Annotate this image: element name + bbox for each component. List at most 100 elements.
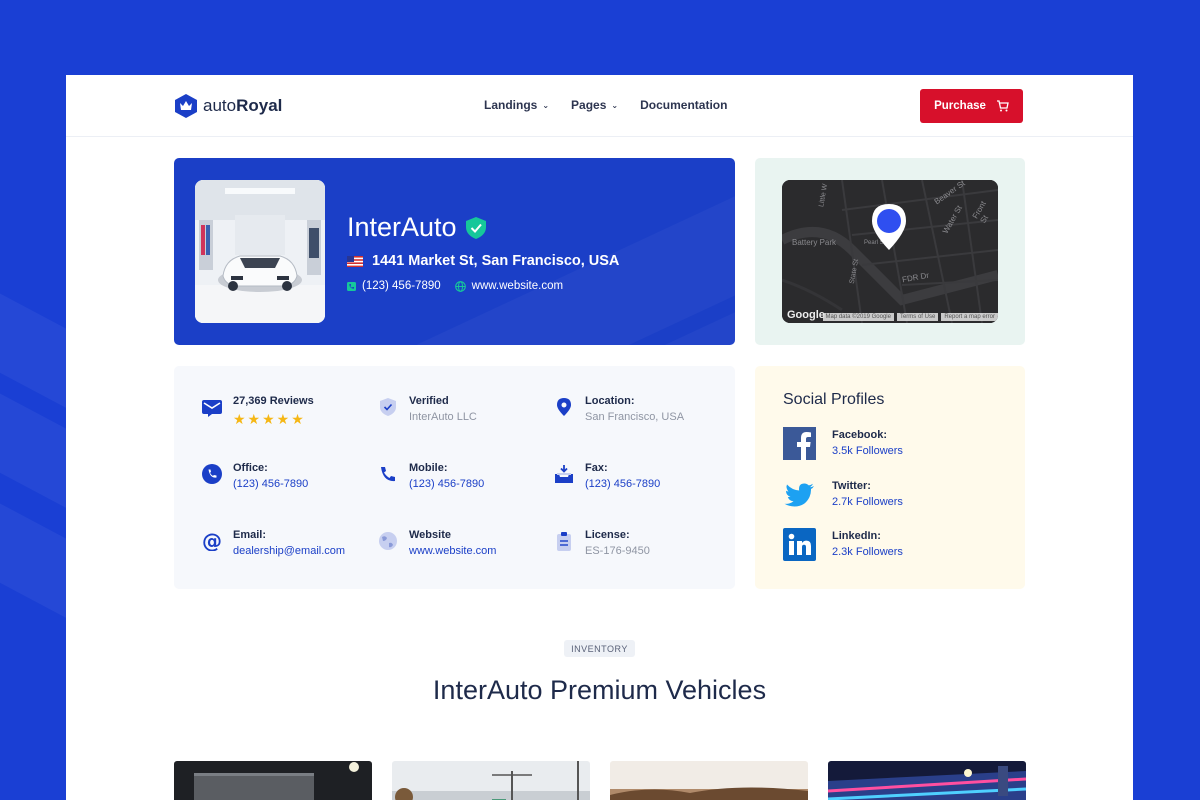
facebook-name: Facebook: — [832, 429, 888, 441]
inventory-badge: INVENTORY — [564, 640, 635, 657]
dealer-address: 1441 Market St, San Francisco, USA — [347, 253, 619, 269]
nav-landings[interactable]: Landings ⌄ — [484, 98, 549, 112]
at-sign-icon: @ — [202, 531, 222, 551]
vehicle-photo-1 — [174, 761, 372, 800]
nav-links: Landings ⌄ Pages ⌄ Documentation — [484, 98, 727, 112]
vehicle-card-image[interactable] — [610, 761, 808, 800]
vehicle-photo-2 — [392, 761, 590, 800]
map-footer: Map data ©2019 Google Terms of Use Repor… — [782, 311, 998, 323]
rating-stars-icon: ★★★★★ — [233, 411, 306, 427]
vehicle-card-image[interactable] — [174, 761, 372, 800]
fax-tray-icon — [555, 465, 573, 483]
clipboard-icon — [557, 532, 571, 551]
map-data-credit: Map data ©2019 Google — [822, 313, 894, 321]
verified-shield-icon — [465, 216, 486, 239]
twitter-icon — [784, 483, 814, 507]
dealer-name: InterAuto — [347, 212, 486, 243]
office-item[interactable]: Office: (123) 456-7890 — [202, 462, 308, 490]
page: autoRoyal Landings ⌄ Pages ⌄ Documentati… — [66, 75, 1133, 800]
vehicle-photo-3 — [610, 761, 808, 800]
website-item[interactable]: Website www.website.com — [378, 529, 496, 557]
logo[interactable]: autoRoyal — [175, 94, 282, 118]
nav-documentation-label: Documentation — [640, 98, 728, 112]
map-terms-link[interactable]: Terms of Use — [896, 313, 939, 321]
mobile-label: Mobile: — [409, 462, 448, 474]
verified-badge-icon — [380, 398, 396, 416]
dealer-address-text: 1441 Market St, San Francisco, USA — [372, 253, 620, 269]
nav-landings-label: Landings — [484, 98, 538, 112]
globe-icon — [454, 280, 466, 292]
email-value[interactable]: dealership@email.com — [233, 545, 345, 557]
chevron-down-icon: ⌄ — [611, 100, 619, 110]
twitter-followers[interactable]: 2.7k Followers — [832, 496, 903, 508]
dealer-website-text: www.website.com — [471, 280, 564, 292]
fax-label: Fax: — [585, 462, 608, 474]
dealer-hero-card: InterAuto 1441 Market St, San Francisco,… — [174, 158, 735, 345]
dealer-photo — [195, 180, 325, 323]
us-flag-icon — [347, 255, 363, 267]
linkedin-name: LinkedIn: — [832, 530, 881, 542]
social-twitter[interactable]: Twitter: 2.7k Followers — [783, 478, 903, 511]
mobile-value[interactable]: (123) 456-7890 — [409, 478, 484, 490]
mobile-item[interactable]: Mobile: (123) 456-7890 — [378, 462, 484, 490]
facebook-followers[interactable]: 3.5k Followers — [832, 445, 903, 457]
hero-wave — [379, 158, 735, 345]
license-label: License: — [585, 529, 630, 541]
twitter-name: Twitter: — [832, 480, 871, 492]
mobile-phone-icon — [381, 467, 395, 482]
website-value[interactable]: www.website.com — [409, 545, 496, 557]
map-view[interactable]: Battery Park FDR Dr Water St Front St Be… — [782, 180, 998, 323]
nav-pages-label: Pages — [571, 98, 607, 112]
reviews-item[interactable]: 27,369 Reviews ★★★★★ — [202, 395, 314, 428]
map-streets — [782, 180, 998, 323]
showroom-car-image — [195, 180, 325, 323]
logo-text-light: auto — [203, 96, 237, 115]
location-value: San Francisco, USA — [585, 411, 685, 423]
nav-documentation[interactable]: Documentation — [640, 98, 727, 112]
license-value: ES-176-9450 — [585, 545, 650, 557]
linkedin-icon — [783, 528, 816, 561]
social-title: Social Profiles — [783, 391, 885, 408]
vehicle-card-image[interactable] — [392, 761, 590, 800]
social-facebook[interactable]: Facebook: 3.5k Followers — [783, 427, 903, 460]
email-item[interactable]: @ Email: dealership@email.com — [202, 529, 345, 557]
fax-value[interactable]: (123) 456-7890 — [585, 478, 660, 490]
location-item: Location: San Francisco, USA — [554, 395, 684, 423]
purchase-button[interactable]: Purchase — [920, 89, 1023, 123]
social-profiles-card: Social Profiles Facebook: 3.5k Followers… — [755, 366, 1025, 589]
verified-item: Verified InterAuto LLC — [378, 395, 477, 423]
verified-label: Verified — [409, 395, 449, 407]
purchase-button-label: Purchase — [934, 100, 986, 112]
nav-pages[interactable]: Pages ⌄ — [571, 98, 618, 112]
social-linkedin[interactable]: LinkedIn: 2.3k Followers — [783, 528, 903, 561]
cart-icon — [996, 100, 1009, 112]
office-value[interactable]: (123) 456-7890 — [233, 478, 308, 490]
phone-circle-icon — [202, 464, 222, 484]
dealer-website[interactable]: www.website.com — [454, 280, 564, 292]
facebook-icon — [783, 427, 816, 460]
dealer-phone-text: (123) 456-7890 — [362, 280, 441, 292]
map-marker-icon — [557, 398, 571, 416]
verified-value: InterAuto LLC — [409, 411, 477, 423]
map-report-link[interactable]: Report a map error — [941, 313, 998, 321]
dealer-phone[interactable]: (123) 456-7890 — [347, 280, 441, 292]
dealer-info-card: 27,369 Reviews ★★★★★ Verified InterAuto … — [174, 366, 735, 589]
linkedin-followers[interactable]: 2.3k Followers — [832, 546, 903, 558]
review-mail-icon — [202, 400, 222, 417]
email-label: Email: — [233, 529, 267, 541]
map-card: Battery Park FDR Dr Water St Front St Be… — [755, 158, 1025, 345]
office-label: Office: — [233, 462, 268, 474]
location-pin-icon[interactable] — [872, 204, 906, 250]
phone-icon — [347, 281, 356, 291]
dealer-contacts: (123) 456-7890 www.website.com — [347, 280, 563, 292]
vehicle-photo-4 — [828, 761, 1026, 800]
navbar: autoRoyal Landings ⌄ Pages ⌄ Documentati… — [66, 75, 1133, 137]
location-label: Location: — [585, 395, 635, 407]
vehicle-card-image[interactable] — [828, 761, 1026, 800]
inventory-title: InterAuto Premium Vehicles — [432, 675, 767, 705]
crown-logo-icon — [175, 94, 197, 118]
fax-item[interactable]: Fax: (123) 456-7890 — [554, 462, 660, 490]
reviews-count: 27,369 Reviews — [233, 395, 314, 407]
logo-text-bold: Royal — [236, 96, 283, 115]
dealer-name-text: InterAuto — [347, 212, 457, 242]
